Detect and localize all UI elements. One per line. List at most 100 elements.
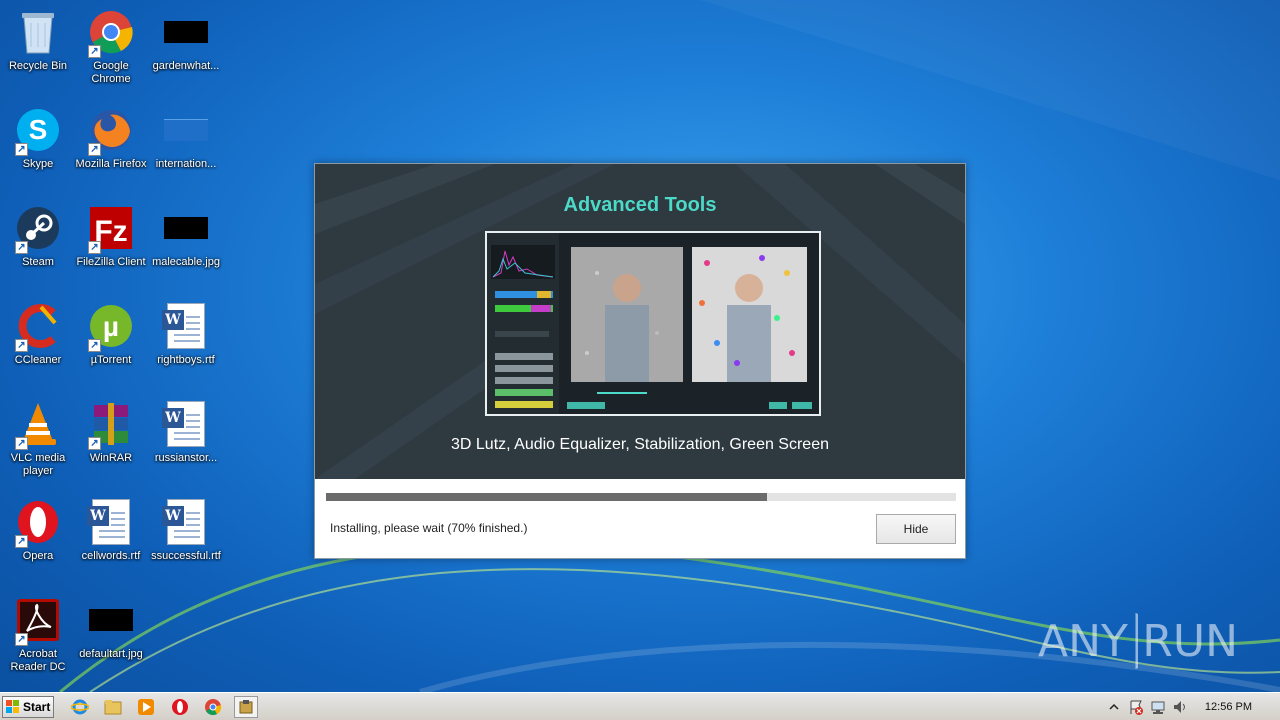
desktop-icon-russianstor[interactable]: W russianstor... — [148, 400, 224, 465]
desktop-icon-ssuccessful[interactable]: W ssuccessful.rtf — [148, 498, 224, 563]
word-document-icon: W — [87, 498, 135, 546]
desktop-icon-label: WinRAR — [89, 452, 133, 464]
desktop-icon-label: µTorrent — [90, 354, 132, 366]
word-document-icon: W — [162, 498, 210, 546]
acrobat-reader-icon: ↗ — [14, 596, 62, 646]
show-hidden-icons-button[interactable] — [1105, 698, 1123, 716]
desktop-icon-recycle-bin[interactable]: Recycle Bin — [0, 8, 76, 73]
speaker-icon — [1173, 701, 1185, 713]
filezilla-icon: Fz ↗ — [87, 204, 135, 254]
firefox-icon: ↗ — [87, 106, 135, 156]
desktop-icon-utorrent[interactable]: µ ↗ µTorrent — [73, 302, 149, 367]
watermark-right-text: RUN — [1142, 615, 1238, 667]
shortcut-arrow-icon: ↗ — [15, 339, 28, 352]
skype-icon: S ↗ — [14, 106, 62, 156]
install-progress-fill — [326, 493, 767, 501]
desktop-icon-label: Google Chrome — [91, 60, 131, 85]
desktop-icon-label: Acrobat Reader DC — [10, 648, 66, 673]
taskbar-chrome[interactable] — [201, 696, 225, 718]
action-center-flag-icon — [1130, 700, 1143, 715]
install-status-text: Installing, please wait (70% finished.) — [330, 521, 528, 535]
taskbar-explorer[interactable] — [101, 696, 125, 718]
start-button[interactable]: Start — [2, 696, 54, 718]
desktop-icon-firefox[interactable]: ↗ Mozilla Firefox — [73, 106, 149, 171]
desktop-icon-label: Mozilla Firefox — [75, 158, 147, 170]
desktop-icon-internation[interactable]: internation... — [148, 106, 224, 171]
opera-icon — [172, 699, 188, 715]
desktop-icon-defaultart[interactable]: defaultart.jpg — [73, 596, 149, 661]
desktop-icon-malecable[interactable]: malecable.jpg — [148, 204, 224, 269]
desktop-icon-cellwords[interactable]: W cellwords.rtf — [73, 498, 149, 563]
system-tray: 12:56 PM — [1101, 693, 1280, 720]
desktop-icon-label: cellwords.rtf — [81, 550, 141, 562]
vlc-cone-icon: ↗ — [14, 400, 62, 450]
start-label: Start — [23, 700, 51, 714]
shortcut-arrow-icon: ↗ — [15, 241, 28, 254]
desktop-icon-label: internation... — [155, 158, 217, 170]
desktop-icon-label: Opera — [22, 550, 54, 562]
desktop-icon-rightboys[interactable]: W rightboys.rtf — [148, 302, 224, 367]
desktop-icon-winrar[interactable]: ↗ WinRAR — [73, 400, 149, 465]
hide-button[interactable]: Hide — [876, 514, 956, 544]
desktop-icon-vlc[interactable]: ↗ VLC media player — [0, 400, 76, 478]
volume-tray[interactable] — [1171, 698, 1189, 716]
image-thumbnail-icon — [162, 8, 210, 56]
desktop: Recycle Bin S ↗ Skype ↗ Steam ↗ CCleaner… — [0, 0, 1280, 692]
desktop-icon-label: russianstor... — [154, 452, 218, 464]
taskbar-installer[interactable] — [234, 696, 258, 718]
anyrun-watermark: ANY RUN — [1038, 610, 1238, 672]
installer-banner: Advanced Tools 3D Lutz, Audio Equalizer,… — [315, 164, 965, 479]
desktop-icon-filezilla[interactable]: Fz ↗ FileZilla Client — [73, 204, 149, 269]
internet-explorer-icon — [71, 699, 89, 715]
shortcut-arrow-icon: ↗ — [88, 45, 101, 58]
shortcut-arrow-icon: ↗ — [88, 437, 101, 450]
chevron-up-icon — [1109, 703, 1119, 710]
image-thumbnail-icon — [162, 204, 210, 252]
desktop-icon-steam[interactable]: ↗ Steam — [0, 204, 76, 269]
desktop-icon-acrobat[interactable]: ↗ Acrobat Reader DC — [0, 596, 76, 674]
desktop-icon-label: Steam — [22, 256, 54, 268]
desktop-icon-label: Recycle Bin — [8, 60, 68, 72]
shortcut-arrow-icon: ↗ — [15, 633, 28, 646]
svg-text:µ: µ — [103, 311, 119, 342]
desktop-icon-label: VLC media player — [10, 452, 66, 477]
image-thumbnail-icon — [87, 596, 135, 644]
media-player-icon — [138, 699, 154, 715]
taskbar-opera[interactable] — [168, 696, 192, 718]
windows-logo-icon — [6, 700, 19, 713]
utorrent-icon: µ ↗ — [87, 302, 135, 352]
word-document-icon: W — [162, 302, 210, 350]
image-thumbnail-icon — [162, 106, 210, 154]
svg-text:S: S — [29, 114, 48, 145]
network-icon — [1151, 701, 1165, 714]
shortcut-arrow-icon: ↗ — [15, 437, 28, 450]
shortcut-arrow-icon: ↗ — [15, 143, 28, 156]
desktop-icon-skype[interactable]: S ↗ Skype — [0, 106, 76, 171]
explorer-folder-icon — [104, 700, 122, 715]
word-document-icon: W — [162, 400, 210, 448]
desktop-icon-chrome[interactable]: ↗ Google Chrome — [73, 8, 149, 86]
steam-icon: ↗ — [14, 204, 62, 254]
winrar-books-icon: ↗ — [87, 400, 135, 450]
taskbar: Start 12:56 PM — [0, 692, 1280, 720]
shortcut-arrow-icon: ↗ — [15, 535, 28, 548]
desktop-icon-label: FileZilla Client — [76, 256, 146, 268]
taskbar-internet-explorer[interactable] — [68, 696, 92, 718]
desktop-icon-ccleaner[interactable]: ↗ CCleaner — [0, 302, 76, 367]
shortcut-arrow-icon: ↗ — [88, 143, 101, 156]
play-logo-icon — [1135, 613, 1139, 669]
banner-title: Advanced Tools — [563, 194, 717, 216]
taskbar-clock[interactable]: 12:56 PM — [1205, 701, 1252, 713]
desktop-icon-label: rightboys.rtf — [157, 354, 215, 366]
desktop-icon-gardenwhat[interactable]: gardenwhat... — [148, 8, 224, 73]
desktop-icon-opera[interactable]: ↗ Opera — [0, 498, 76, 563]
desktop-icon-label: defaultart.jpg — [79, 648, 143, 660]
network-tray[interactable] — [1149, 698, 1167, 716]
installer-icon — [239, 700, 253, 714]
desktop-icon-label: Skype — [22, 158, 54, 170]
taskbar-media-player[interactable] — [134, 696, 158, 718]
desktop-icon-label: gardenwhat... — [152, 60, 220, 72]
action-center-tray[interactable] — [1127, 698, 1145, 716]
editor-preview-graphic — [487, 233, 812, 414]
desktop-icon-label: malecable.jpg — [152, 256, 220, 268]
